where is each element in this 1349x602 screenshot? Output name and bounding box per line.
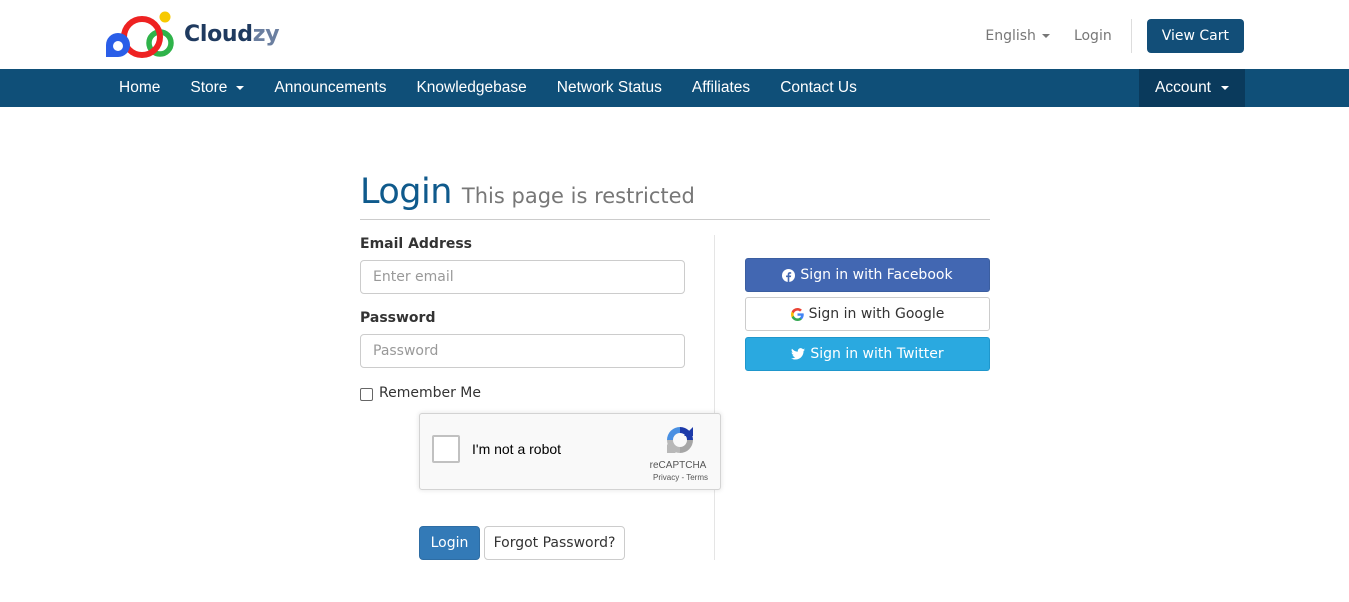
checkbox-icon[interactable]	[360, 387, 373, 401]
site-header: Cloudzy English Login View Cart	[0, 0, 1349, 69]
email-label: Email Address	[360, 236, 473, 252]
nav-item-announcements[interactable]: Announcements	[259, 69, 401, 107]
forgot-password-button[interactable]: Forgot Password?	[484, 526, 625, 560]
twitter-signin-label: Sign in with Twitter	[810, 346, 944, 362]
header-login-link[interactable]: Login	[1074, 28, 1112, 44]
twitter-signin-button[interactable]: Sign in with Twitter	[745, 337, 990, 371]
facebook-signin-button[interactable]: Sign in with Facebook	[745, 258, 990, 292]
nav-label: Account	[1154, 79, 1211, 96]
nav-label: Affiliates	[691, 79, 751, 96]
email-input[interactable]	[360, 260, 685, 294]
nav-item-account[interactable]: Account	[1139, 69, 1245, 107]
nav-label: Announcements	[274, 79, 387, 96]
recaptcha-terms-link[interactable]: Terms	[686, 473, 708, 482]
recaptcha-label: I'm not a robot	[472, 441, 562, 457]
remember-me-checkbox[interactable]: Remember Me	[360, 385, 481, 401]
nav-label: Knowledgebase	[416, 79, 527, 96]
language-label: English	[985, 28, 1036, 44]
facebook-signin-label: Sign in with Facebook	[800, 267, 953, 283]
page-title: Login	[360, 172, 452, 212]
remember-me-label: Remember Me	[379, 385, 481, 401]
recaptcha-widget: I'm not a robot reCAPTCHA Privacy - Term…	[419, 413, 721, 490]
google-icon	[790, 307, 804, 321]
nav-label: Home	[119, 79, 161, 96]
recaptcha-links: Privacy - Terms	[638, 473, 708, 482]
facebook-icon	[782, 268, 796, 282]
page-header: Login This page is restricted	[360, 172, 990, 220]
nav-item-store[interactable]: Store	[175, 69, 259, 107]
language-selector[interactable]: English	[985, 28, 1050, 44]
caret-down-icon	[1041, 34, 1050, 38]
column-divider	[714, 235, 715, 560]
twitter-icon	[791, 348, 806, 360]
page-subtitle: This page is restricted	[461, 184, 695, 208]
recaptcha-checkbox[interactable]	[432, 435, 460, 463]
cloudzy-logo-icon	[106, 11, 174, 58]
caret-down-icon	[236, 86, 245, 90]
login-button[interactable]: Login	[419, 526, 480, 560]
header-actions: English Login View Cart	[985, 19, 1244, 53]
header-divider	[1130, 19, 1132, 53]
nav-label: Network Status	[556, 79, 662, 96]
nav-item-home[interactable]: Home	[104, 69, 175, 107]
nav-item-knowledgebase[interactable]: Knowledgebase	[401, 69, 541, 107]
brand-name: Cloudzy	[184, 21, 280, 47]
nav-item-network-status[interactable]: Network Status	[542, 69, 677, 107]
recaptcha-privacy-link[interactable]: Privacy	[653, 473, 679, 482]
caret-down-icon	[1221, 86, 1229, 90]
google-signin-label: Sign in with Google	[808, 306, 945, 322]
nav-item-affiliates[interactable]: Affiliates	[677, 69, 765, 107]
nav-item-contact-us[interactable]: Contact Us	[765, 69, 872, 107]
google-signin-button[interactable]: Sign in with Google	[745, 297, 990, 331]
main-navbar: Home Store Announcements Knowledgebase N…	[0, 69, 1349, 107]
recaptcha-brand: reCAPTCHA	[649, 460, 707, 471]
nav-label: Store	[190, 79, 228, 96]
nav-label: Contact Us	[780, 79, 857, 96]
password-label: Password	[360, 310, 436, 326]
recaptcha-logo-icon	[667, 427, 693, 453]
nav-menu: Home Store Announcements Knowledgebase N…	[104, 69, 872, 107]
password-input[interactable]	[360, 334, 685, 368]
brand-logo[interactable]: Cloudzy	[104, 9, 280, 59]
view-cart-button[interactable]: View Cart	[1146, 19, 1244, 53]
